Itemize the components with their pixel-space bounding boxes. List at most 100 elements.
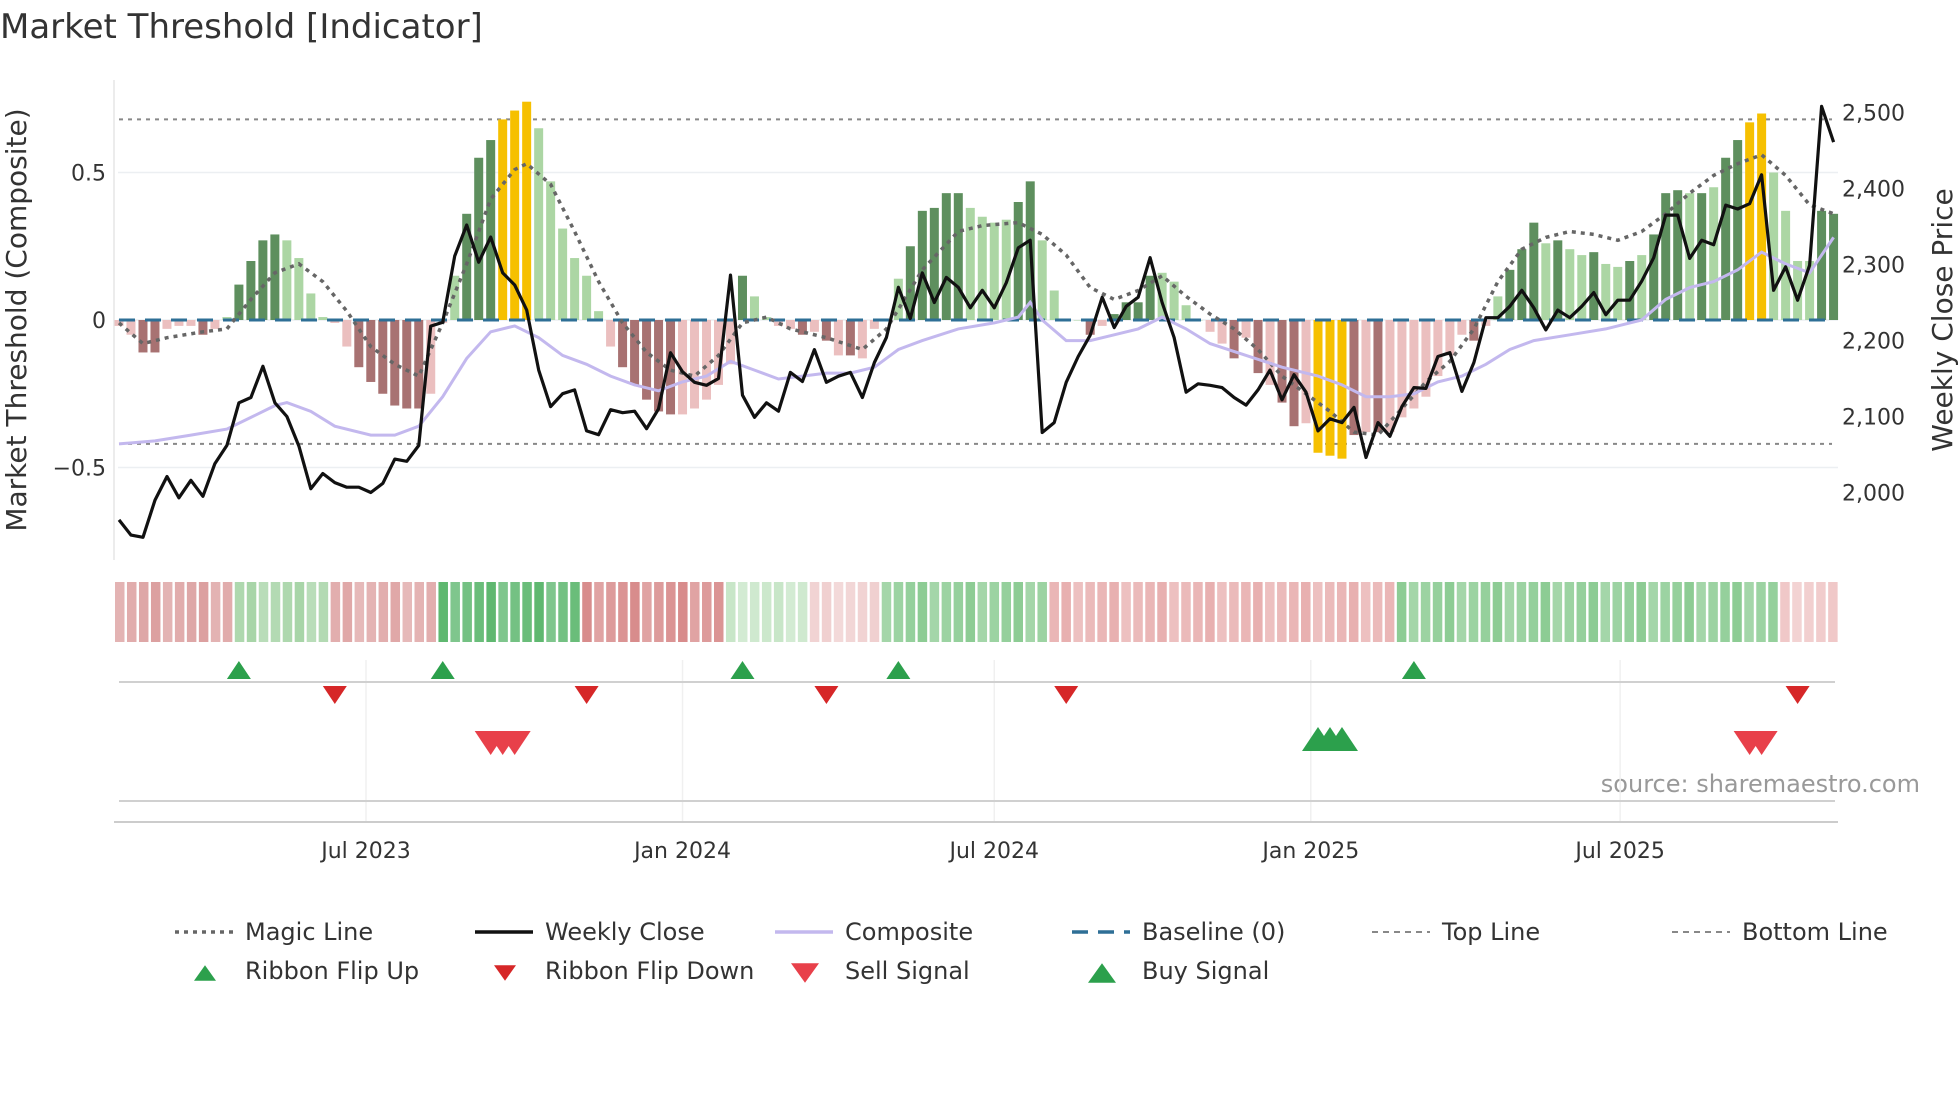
ribbon-cell (690, 582, 700, 642)
ribbon-cell (1001, 582, 1012, 642)
composite-bar (414, 320, 424, 409)
ribbon-cell (318, 582, 329, 642)
ribbon-cell (1085, 582, 1095, 642)
y-tick-label: 0 (92, 309, 106, 334)
ribbon-cell (1121, 582, 1131, 642)
composite-bar (1505, 269, 1515, 320)
ribbon-cell (594, 582, 604, 642)
ribbon-cell (917, 582, 928, 642)
ribbon-cell (1336, 582, 1347, 642)
composite-bar (366, 320, 376, 382)
ribbon-cell (1588, 582, 1599, 642)
ribbon-cell (1432, 582, 1443, 642)
ribbon-flip-up-icon (886, 661, 911, 679)
ribbon-cell (1396, 582, 1407, 642)
composite-line (118, 236, 1835, 446)
composite-bar (1517, 249, 1527, 320)
composite-bar (833, 320, 843, 356)
ribbon-cell (869, 582, 880, 642)
ribbon-cell (749, 582, 760, 642)
ribbon-cell (1564, 582, 1575, 642)
ribbon-cell (1828, 582, 1838, 642)
legend-label: Magic Line (245, 918, 373, 946)
ribbon-cell (941, 582, 952, 642)
ribbon-cell (1229, 582, 1239, 642)
ribbon-cell (1792, 582, 1802, 642)
ribbon-cell (342, 582, 353, 642)
ribbon-cell (474, 582, 484, 642)
ribbon-cell (666, 582, 676, 642)
source-label: source: sharemaestro.com (1601, 770, 1920, 798)
composite-bar (1613, 266, 1623, 320)
ribbon-cell (162, 582, 173, 642)
ribbon-cell (222, 582, 233, 642)
composite-bar (606, 320, 616, 347)
ribbon-cell (234, 582, 245, 642)
ribbon-cell (1528, 582, 1539, 642)
ribbon-cell (1133, 582, 1143, 642)
ribbon-cell (1049, 582, 1059, 642)
composite-bar (737, 275, 747, 320)
ribbon-cell (953, 582, 964, 642)
x-tick-label: Jul 2025 (1573, 839, 1665, 864)
ribbon-cell (246, 582, 257, 642)
ribbon-cell (1612, 582, 1622, 642)
legend-swatch-icon (1088, 963, 1116, 983)
y2-tick-label: 2,300 (1842, 254, 1905, 279)
ribbon-cell (1013, 582, 1023, 642)
composite-bar (498, 119, 508, 321)
ribbon-cell (1456, 582, 1467, 642)
composite-bar (306, 293, 316, 320)
ribbon-cell (1720, 582, 1730, 642)
ribbon-cell (450, 582, 460, 642)
main-plot: 0.5 0 −0.5 2,500 2,400 2,300 2,200 2,100 2,000 (53, 80, 1905, 560)
composite-bar (1049, 290, 1059, 320)
legend-label: Ribbon Flip Up (245, 957, 419, 985)
ribbon-cell (1217, 582, 1227, 642)
legend-label: Bottom Line (1742, 918, 1888, 946)
composite-bar (1205, 320, 1215, 332)
ribbon-cell (1420, 582, 1431, 642)
ribbon-cell (845, 582, 856, 642)
composite-bar (1361, 320, 1371, 433)
ribbon-cell (1169, 582, 1179, 642)
composite-bar (1625, 261, 1635, 320)
ribbon-cell (833, 582, 844, 642)
composite-bar (1541, 243, 1551, 320)
y2-tick-label: 2,200 (1842, 330, 1905, 355)
market-threshold-chart: Market Threshold [Indicator] Market Thre… (0, 7, 1959, 985)
ribbon-cell (1348, 582, 1359, 642)
ribbon-cell (1708, 582, 1718, 642)
ribbon-cell (390, 582, 401, 642)
ribbon-cell (414, 582, 424, 642)
ribbon-cell (1301, 582, 1311, 642)
ribbon-cell (1516, 582, 1527, 642)
ribbon-cell (1253, 582, 1263, 642)
composite-bar (1373, 320, 1383, 433)
x-tick-label: Jan 2024 (632, 839, 731, 864)
ribbon-cell (630, 582, 640, 642)
ribbon-cell (1061, 582, 1071, 642)
composite-bar (1721, 157, 1731, 320)
ribbon-cell (1696, 582, 1706, 642)
ribbon-cell (737, 582, 748, 642)
ribbon-cell (1648, 582, 1658, 642)
ribbon-flip-up-icon (430, 661, 455, 679)
ribbon-cell (510, 582, 520, 642)
signal-rows (119, 660, 1835, 822)
composite-bar (1133, 302, 1143, 320)
ribbon-cell (115, 582, 125, 642)
ribbon-cell (558, 582, 568, 642)
y2-axis-label: Weekly Close Price (1926, 188, 1959, 451)
ribbon-cell (1097, 582, 1107, 642)
ribbon-flip-down-icon (574, 686, 599, 704)
composite-bar (1733, 140, 1743, 320)
ribbon-cell (498, 582, 508, 642)
ribbon-cell (1444, 582, 1455, 642)
ribbon-cell (1480, 582, 1491, 642)
ribbon-cell (881, 582, 892, 642)
composite-bar (318, 317, 328, 320)
composite-bar (1553, 240, 1563, 320)
y2-tick-label: 2,100 (1842, 406, 1905, 431)
ribbon-cell (1804, 582, 1814, 642)
